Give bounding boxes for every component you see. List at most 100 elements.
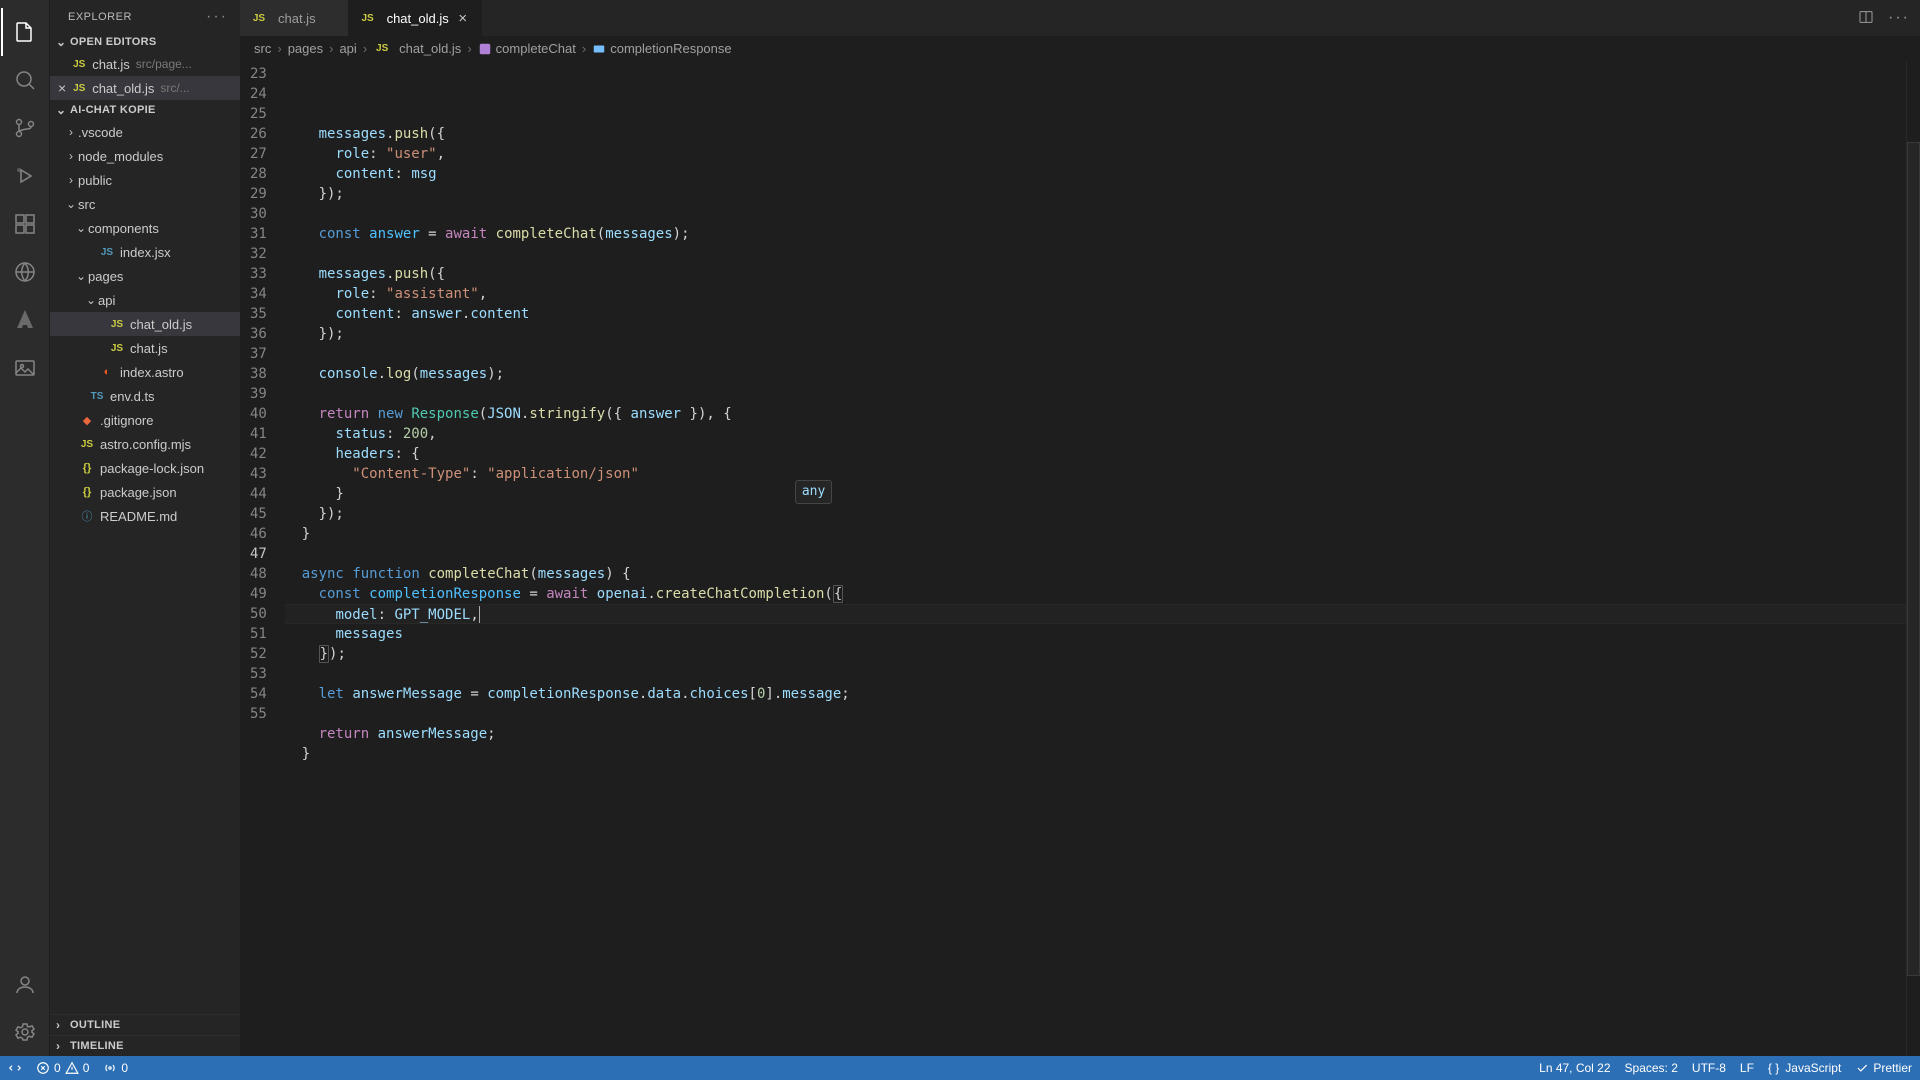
- activity-images[interactable]: [1, 344, 49, 392]
- file-item[interactable]: ›{}package.json: [50, 480, 240, 504]
- open-editor-item[interactable]: ×JSchat_old.jssrc/...: [50, 76, 240, 100]
- file-item[interactable]: ›◆.gitignore: [50, 408, 240, 432]
- astro-icon: [13, 308, 37, 332]
- activity-astro[interactable]: [1, 296, 49, 344]
- split-editor-icon[interactable]: [1858, 9, 1874, 28]
- chevron-down-icon: ⌄: [84, 293, 98, 307]
- breadcrumb-item[interactable]: completeChat: [478, 41, 576, 56]
- tab-label: chat.js: [278, 11, 316, 26]
- tab[interactable]: JS chat.js: [240, 0, 349, 36]
- code-area[interactable]: any messages.push({ role: "user", conten…: [285, 62, 1906, 1056]
- breadcrumb-item[interactable]: pages: [288, 41, 323, 56]
- status-errors-count: 0: [54, 1061, 61, 1075]
- file-item[interactable]: ›◐index.astro: [50, 360, 240, 384]
- file-type-icon: JS: [108, 343, 126, 354]
- open-editor-path: src/...: [160, 81, 189, 95]
- files-icon: [13, 20, 37, 44]
- folder-item[interactable]: ›public: [50, 168, 240, 192]
- file-item[interactable]: ›JSindex.jsx: [50, 240, 240, 264]
- file-item[interactable]: ›ⓘREADME.md: [50, 504, 240, 528]
- js-file-icon: JS: [250, 13, 268, 24]
- editor-body[interactable]: 2324252627282930313233343536373839404142…: [240, 62, 1920, 1056]
- breadcrumbs[interactable]: src›pages›api›JSchat_old.js›completeChat…: [240, 36, 1920, 62]
- tab-label: chat_old.js: [387, 11, 449, 26]
- sidebar-more-icon[interactable]: ···: [206, 8, 228, 26]
- type-hint-hover: any: [795, 480, 832, 504]
- open-editor-item[interactable]: ×JSchat.jssrc/page...: [50, 52, 240, 76]
- chevron-down-icon: ⌄: [56, 35, 70, 49]
- folder-item[interactable]: ⌄api: [50, 288, 240, 312]
- minimap[interactable]: [1906, 62, 1920, 1056]
- section-project-title: AI-CHAT KOPIE: [70, 104, 156, 116]
- activity-account[interactable]: [1, 960, 49, 1008]
- file-item[interactable]: ›TSenv.d.ts: [50, 384, 240, 408]
- tab-actions: ···: [1848, 9, 1920, 28]
- file-item[interactable]: ›JSchat.js: [50, 336, 240, 360]
- tab-more-icon[interactable]: ···: [1888, 9, 1910, 28]
- section-outline-title: OUTLINE: [70, 1019, 120, 1031]
- breadcrumb-item[interactable]: src: [254, 41, 271, 56]
- activity-scm[interactable]: [1, 104, 49, 152]
- breadcrumb-label: chat_old.js: [399, 41, 461, 56]
- file-name: index.astro: [120, 365, 184, 380]
- section-project[interactable]: ⌄ AI-CHAT KOPIE: [50, 100, 240, 120]
- status-language[interactable]: { } JavaScript: [1768, 1061, 1841, 1075]
- file-item[interactable]: ›JSchat_old.js: [50, 312, 240, 336]
- breadcrumb-item[interactable]: api: [339, 41, 356, 56]
- status-prettier[interactable]: Prettier: [1855, 1061, 1912, 1075]
- section-open-editors[interactable]: ⌄ OPEN EDITORS: [50, 32, 240, 52]
- chevron-right-icon: ›: [64, 173, 78, 187]
- folder-item[interactable]: ⌄components: [50, 216, 240, 240]
- folder-item[interactable]: ›node_modules: [50, 144, 240, 168]
- section-open-editors-title: OPEN EDITORS: [70, 36, 157, 48]
- activity-extensions[interactable]: [1, 200, 49, 248]
- antenna-icon: [103, 1061, 117, 1075]
- status-ports[interactable]: 0: [103, 1061, 128, 1075]
- remote-icon: [13, 260, 37, 284]
- file-item[interactable]: ›JSastro.config.mjs: [50, 432, 240, 456]
- close-icon[interactable]: ×: [455, 10, 471, 27]
- status-cursor[interactable]: Ln 47, Col 22: [1539, 1061, 1610, 1075]
- open-editor-path: src/page...: [136, 57, 192, 71]
- file-name: astro.config.mjs: [100, 437, 191, 452]
- file-type-icon: JS: [98, 247, 116, 258]
- status-problems[interactable]: 0 0: [36, 1061, 89, 1075]
- section-timeline[interactable]: › TIMELINE: [50, 1035, 240, 1056]
- check-icon: [1855, 1061, 1869, 1075]
- tab[interactable]: JS chat_old.js ×: [349, 0, 482, 36]
- chevron-right-icon: ›: [64, 125, 78, 139]
- folder-item[interactable]: ⌄src: [50, 192, 240, 216]
- activity-explorer[interactable]: [1, 8, 49, 56]
- status-eol[interactable]: LF: [1740, 1061, 1754, 1075]
- activity-settings[interactable]: [1, 1008, 49, 1056]
- branch-icon: [13, 116, 37, 140]
- open-editor-name: chat_old.js: [92, 81, 154, 96]
- activity-remote[interactable]: [1, 248, 49, 296]
- folder-item[interactable]: ⌄pages: [50, 264, 240, 288]
- close-icon[interactable]: ×: [58, 80, 66, 96]
- status-encoding[interactable]: UTF-8: [1692, 1061, 1726, 1075]
- file-type-icon: JS: [78, 439, 96, 450]
- activity-search[interactable]: [1, 56, 49, 104]
- gutter: 2324252627282930313233343536373839404142…: [240, 62, 285, 1056]
- file-type-icon: ⓘ: [78, 508, 96, 524]
- chevron-right-icon: ›: [64, 149, 78, 163]
- file-name: package.json: [100, 485, 177, 500]
- file-item[interactable]: ›{}package-lock.json: [50, 456, 240, 480]
- file-name: chat_old.js: [130, 317, 192, 332]
- section-outline[interactable]: › OUTLINE: [50, 1014, 240, 1035]
- folder-name: components: [88, 221, 159, 236]
- js-file-icon: JS: [359, 13, 377, 24]
- file-type-icon: {}: [78, 486, 96, 498]
- status-remote[interactable]: [8, 1061, 22, 1075]
- method-icon: [478, 42, 492, 56]
- sidebar-title: EXPLORER: [68, 11, 132, 23]
- breadcrumb-item[interactable]: completionResponse: [592, 41, 731, 56]
- activity-debug[interactable]: [1, 152, 49, 200]
- js-file-icon: JS: [70, 59, 88, 70]
- folder-name: pages: [88, 269, 123, 284]
- file-name: package-lock.json: [100, 461, 204, 476]
- folder-item[interactable]: ›.vscode: [50, 120, 240, 144]
- breadcrumb-item[interactable]: JSchat_old.js: [373, 41, 461, 56]
- status-spaces[interactable]: Spaces: 2: [1625, 1061, 1678, 1075]
